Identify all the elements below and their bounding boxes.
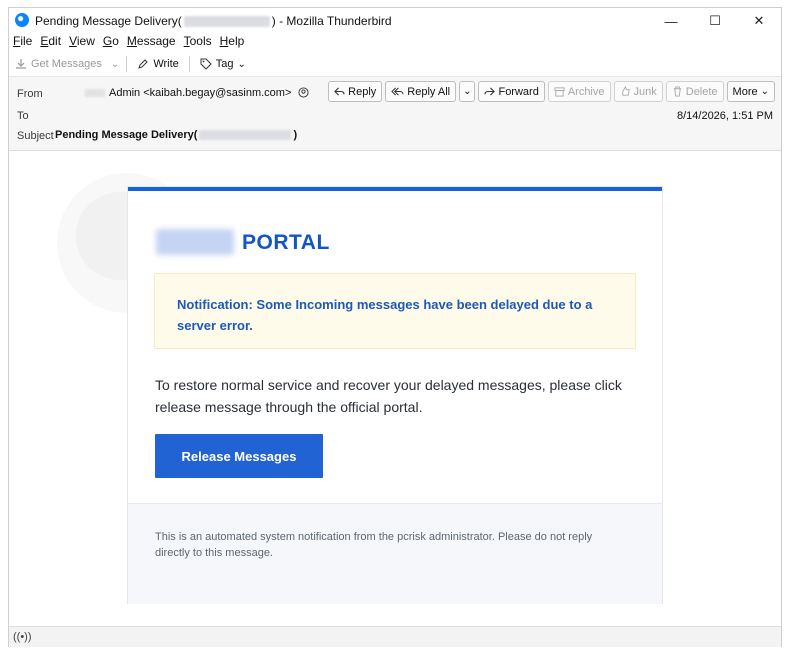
menu-label: elp [228,34,245,48]
notification-text: Notification: Some Incoming messages hav… [177,297,593,333]
junk-label: Junk [633,85,657,98]
close-icon: ✕ [753,13,765,28]
activity-icon[interactable]: ((•)) [13,629,32,645]
menu-file[interactable]: File [9,33,36,52]
menu-label: dit [48,34,62,48]
message-date: 8/14/2026, 1:51 PM [676,110,773,122]
delete-button[interactable]: Delete [665,81,724,102]
menu-accel: V [69,34,77,48]
contact-icon[interactable] [298,87,309,98]
chevron-down-icon: ⌄ [760,86,769,97]
menu-accel: H [219,34,229,48]
redacted-block [85,89,105,98]
menu-label: iew [76,34,95,48]
window-controls: — ☐ ✕ [649,8,781,34]
email-card: PORTAL Notification: Some Incoming messa… [127,186,663,604]
trash-icon [673,86,681,97]
subject-suffix: ) [293,129,298,141]
message-header: From Admin <kaibah.begay@sasinm.com> To … [9,77,781,151]
redacted-block [199,130,292,141]
chevron-down-icon[interactable]: ⌄ [108,59,122,70]
chevron-down-icon: ⌄ [463,86,472,97]
reply-all-button[interactable]: Reply All [385,81,457,102]
minimize-button[interactable]: — [649,8,693,34]
menu-label: ile [20,34,33,48]
thunderbird-logo-icon [15,13,29,27]
redacted-logo [156,229,234,255]
card-accent-bar [128,187,662,191]
card-footer: This is an automated system notification… [128,503,662,604]
menu-go[interactable]: Go [99,33,123,52]
menu-view[interactable]: View [65,33,99,52]
menu-message[interactable]: Message [123,33,180,52]
archive-label: Archive [567,85,605,98]
notification-box: Notification: Some Incoming messages hav… [154,273,636,349]
thunderbird-window: Pending Message Delivery( ) - Mozilla Thu… [8,7,782,647]
maximize-icon: ☐ [709,13,721,28]
archive-button[interactable]: Archive [547,81,611,102]
body-text: To restore normal service and recover yo… [155,377,622,415]
message-actions: Reply Reply All ⌄ Forward Archive Junk D… [328,81,775,102]
minimize-icon: — [664,13,678,29]
reply-button[interactable]: Reply [328,81,383,102]
menu-help[interactable]: Help [216,33,249,52]
menu-accel: G [102,34,113,48]
subject-label: Subject [17,130,54,142]
tag-button[interactable]: Tag ⌄ [194,54,252,74]
redacted-block [183,16,270,28]
forward-button[interactable]: Forward [478,81,545,102]
write-label: Write [153,58,179,70]
menu-edit[interactable]: Edit [36,33,65,52]
reply-icon [334,87,345,96]
more-button[interactable]: More ⌄ [726,81,775,102]
chevron-down-icon: ⌄ [237,58,246,70]
menu-accel: M [126,34,137,48]
portal-title: PORTAL [242,231,330,254]
window-title-suffix: ) - Mozilla Thunderbird [271,14,392,28]
menu-label: o [112,34,119,48]
tag-label: Tag [215,58,234,70]
to-label: To [17,110,29,122]
tag-icon [200,58,212,70]
footer-text: This is an automated system notification… [155,531,593,559]
menu-label: ools [189,34,212,48]
window-title-prefix: Pending Message Delivery( [35,14,182,28]
toolbar-separator [126,56,128,72]
from-value[interactable]: Admin <kaibah.begay@sasinm.com> [85,87,309,99]
window-title: Pending Message Delivery( ) - Mozilla Thu… [35,14,392,28]
pencil-icon [138,59,149,69]
download-icon [16,59,26,69]
status-bar: ((•)) [9,626,781,647]
junk-button[interactable]: Junk [613,81,663,102]
junk-icon [621,86,630,96]
message-body: PORTAL Notification: Some Incoming messa… [9,151,781,626]
get-messages-label: Get Messages [31,58,102,70]
main-toolbar: Get Messages ⌄ Write Tag ⌄ [9,52,781,77]
from-address: Admin <kaibah.begay@sasinm.com> [109,87,292,99]
maximize-button[interactable]: ☐ [693,8,737,34]
toolbar-separator [188,56,190,72]
menu-bar: File Edit View Go Message Tools Help [9,33,248,52]
title-bar: Pending Message Delivery( ) - Mozilla Thu… [9,8,781,34]
delete-label: Delete [685,85,718,98]
reply-label: Reply [348,85,377,98]
archive-icon [554,87,565,97]
get-messages-button[interactable]: Get Messages [9,54,108,74]
from-label: From [17,88,43,100]
release-messages-button[interactable]: Release Messages [155,434,323,478]
reply-all-dropdown[interactable]: ⌄ [459,81,476,102]
menu-tools[interactable]: Tools [180,33,216,52]
reply-all-icon [391,87,404,96]
more-label: More [732,85,758,98]
close-button[interactable]: ✕ [737,8,781,34]
forward-label: Forward [498,85,539,98]
write-button[interactable]: Write [131,54,184,74]
forward-icon [484,87,496,96]
reply-all-label: Reply All [407,85,451,98]
menu-label: essage [136,34,176,48]
subject-value: Pending Message Delivery() [55,129,297,141]
subject-prefix: Pending Message Delivery( [55,129,198,141]
